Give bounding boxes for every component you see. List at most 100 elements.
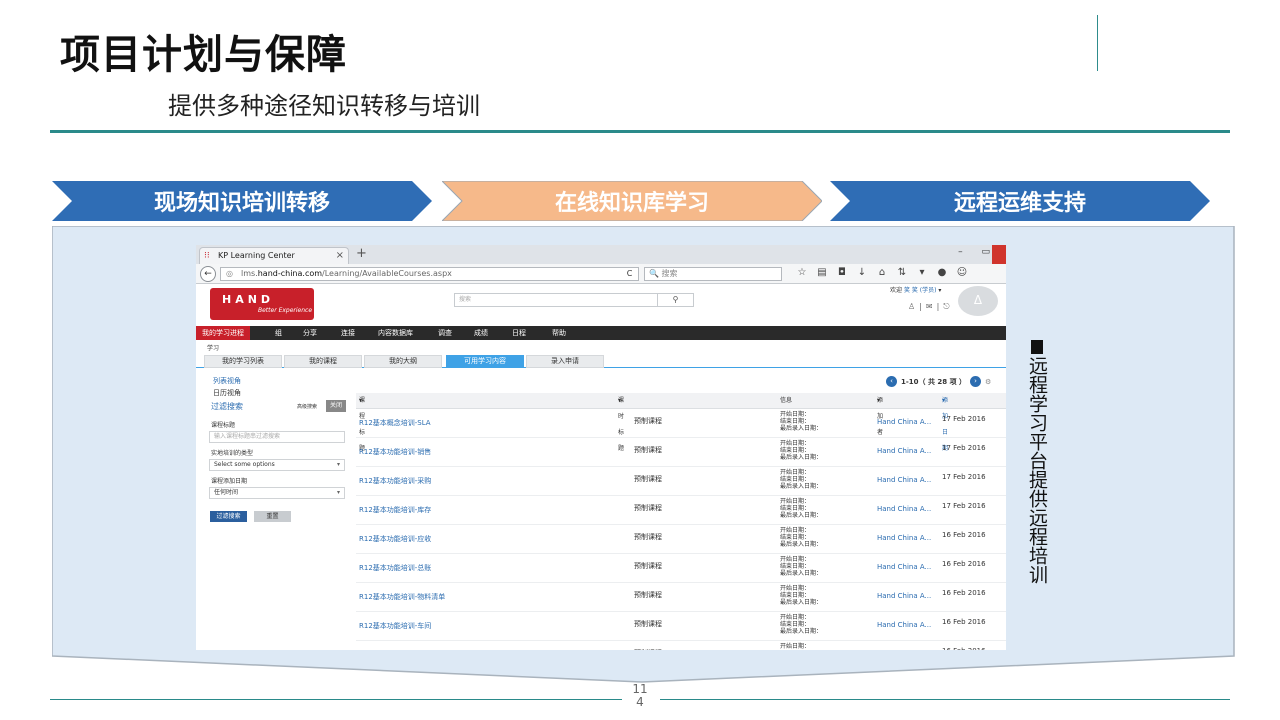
added-by-link[interactable]: Hand China A... [877, 476, 931, 484]
hand-logo[interactable]: HAND Better Experience [210, 288, 314, 320]
site-search-input[interactable]: 搜索 ⚲ [454, 293, 694, 307]
avatar[interactable]: Δ [958, 286, 998, 316]
filter-search-button[interactable]: 过滤搜索 [210, 511, 247, 522]
table-row[interactable]: R12基本功能培训-销售 预制课程 开始日期： 结束日期： 最后录入日期： Hand Ch… [356, 438, 1006, 467]
session-type: 预制课程 [634, 620, 662, 628]
close-tab-icon[interactable]: × [336, 248, 344, 264]
bookmark-star-icon[interactable]: ☆ [792, 267, 812, 278]
course-info: 开始日期： 结束日期： 最后录入日期： [780, 411, 822, 432]
menu-item-connect[interactable]: 连接 [341, 326, 355, 340]
course-title-link[interactable]: R12基本概念培训-SLA [359, 418, 431, 428]
tab-my-outline[interactable]: 我的大纲 [364, 355, 442, 368]
process-step-label: 远程运维支持 [953, 191, 1086, 216]
home-icon[interactable]: ⌂ [872, 267, 892, 278]
advanced-search-link[interactable]: 高级搜索 [297, 399, 317, 415]
menu-item-survey[interactable]: 调查 [438, 326, 452, 340]
table-row[interactable]: R12基本功能培训-库存 预制课程 开始日期： 结束日期： 最后录入日期： Hand Ch… [356, 496, 1006, 525]
filter-buttons: 过滤搜索 重置 [207, 511, 355, 525]
header-divider [1097, 15, 1098, 71]
menu-item-calendar[interactable]: 日程 [512, 326, 526, 340]
menu-item-help[interactable]: 帮助 [552, 326, 566, 340]
menu-item-grades[interactable]: 成绩 [474, 326, 488, 340]
date-added-select[interactable]: 任何时间 ▾ [209, 487, 345, 499]
profile-icon[interactable]: ♙ [908, 302, 919, 311]
search-icon[interactable]: ⚲ [657, 293, 693, 307]
added-by-link[interactable]: Hand China A... [877, 592, 931, 600]
browser-search-input[interactable]: 🔍 搜索 [644, 267, 782, 281]
session-type: 预制课程 [634, 475, 662, 483]
user-name-link[interactable]: 笑 笑 (学员) [904, 287, 937, 294]
added-by-link[interactable]: Hand China A... [877, 447, 931, 455]
added-by-link[interactable]: Hand China A... [877, 621, 931, 629]
course-title-link[interactable]: R12基本功能培训-总账 [359, 563, 431, 573]
added-by-link[interactable]: Hand China A... [877, 534, 931, 542]
course-title-input[interactable]: 输入课程标题串过滤搜索 [209, 431, 345, 443]
reading-list-icon[interactable]: ▤ [812, 267, 832, 278]
added-by-link[interactable]: Hand China A... [877, 418, 931, 426]
table-row[interactable]: 预制课程开始日期：Hand China A...16 Feb 2016 [356, 641, 1006, 650]
table-row[interactable]: R12基本功能培训-物料清单 预制课程 开始日期： 结束日期： 最后录入日期： Hand … [356, 583, 1006, 612]
new-tab-icon[interactable]: + [356, 246, 367, 261]
info-line: 最后录入日期： [780, 541, 823, 548]
close-filter-button[interactable]: 关闭 [326, 400, 346, 412]
address-bar[interactable]: ◎ lms.hand-china.com/Learning/AvailableC… [220, 267, 638, 281]
course-title-link[interactable]: R12基本功能培训-车间 [359, 621, 431, 631]
tab-available-content[interactable]: 可用学习内容 [446, 355, 524, 368]
menu-item-groups[interactable]: 组 [275, 326, 282, 340]
tab-enroll-request[interactable]: 录入申请 [526, 355, 604, 368]
menu-item-content-db[interactable]: 内容数据库 [378, 326, 413, 340]
chat-icon[interactable]: ● [932, 267, 952, 278]
col-course-title[interactable]: 课程标题 ▾ [359, 393, 365, 452]
browser-tab[interactable]: ⁝⁝ KP Learning Center × [199, 247, 349, 264]
logout-icon[interactable]: ⎋ [943, 302, 953, 311]
gear-icon[interactable]: ⚙ [985, 378, 991, 386]
added-by-link[interactable]: Hand China A... [877, 505, 931, 513]
course-title-link[interactable]: R12基本功能培训-库存 [359, 505, 431, 515]
course-info: 开始日期： 结束日期： 最后录入日期： [780, 614, 822, 635]
date-added: 16 Feb 2016 [942, 647, 986, 650]
chevron-down-icon: ▾ [336, 461, 340, 468]
course-title-link[interactable]: R12基本功能培训-销售 [359, 447, 431, 457]
browser-screenshot: ⁝⁝ KP Learning Center × + – ▭ ← ◎ lms.ha… [196, 245, 1006, 650]
course-title-link[interactable]: R12基本功能培训-物料清单 [359, 592, 445, 602]
reload-icon[interactable]: C [621, 267, 639, 281]
table-row[interactable]: R12基本功能培训-车间 预制课程 开始日期： 结束日期： 最后录入日期： Hand Ch… [356, 612, 1006, 641]
mail-icon[interactable]: ✉ [926, 302, 937, 311]
menu-item-share[interactable]: 分享 [303, 326, 317, 340]
next-page-icon[interactable]: › [970, 376, 982, 387]
process-step-remote: 远程运维支持 [830, 181, 1210, 221]
side-caption: 远程学习平台提供远程培训 [1026, 340, 1048, 584]
prev-page-icon[interactable]: ‹ [886, 376, 897, 387]
training-type-select[interactable]: Select some options ▾ [209, 459, 345, 471]
table-row[interactable]: R12基本功能培训-采购 预制课程 开始日期： 结束日期： 最后录入日期： Hand Ch… [356, 467, 1006, 496]
col-session-title[interactable]: 课时标题 ▾ [618, 393, 624, 452]
course-title-link[interactable]: R12基本功能培训-采购 [359, 476, 431, 486]
user-tools: ♙|✉|⎋ [908, 302, 954, 311]
list-view-link[interactable]: 列表视角 [207, 375, 355, 387]
menu-chevron-icon[interactable]: ▾ [912, 267, 932, 278]
pocket-icon[interactable]: ◘ [832, 267, 852, 278]
col-date-added[interactable]: 添加日期 ▾ [942, 393, 948, 452]
table-row[interactable]: R12基本功能培训-总账 预制课程 开始日期： 结束日期： 最后录入日期： Hand Ch… [356, 554, 1006, 583]
reset-button[interactable]: 重置 [254, 511, 291, 522]
tab-my-learning-list[interactable]: 我的学习列表 [204, 355, 282, 368]
smiley-icon[interactable]: ☺ [952, 267, 972, 278]
back-icon[interactable]: ← [200, 266, 216, 282]
tab-my-courses[interactable]: 我的课程 [284, 355, 362, 368]
col-added-by[interactable]: 添加者 ▾ [877, 393, 883, 436]
course-title-link[interactable]: R12基本功能培训-应收 [359, 534, 431, 544]
table-row[interactable]: R12基本功能培训-应收 预制课程 开始日期： 结束日期： 最后录入日期： Hand Ch… [356, 525, 1006, 554]
session-type: 预制课程 [634, 533, 662, 541]
info-line: 最后录入日期： [780, 425, 823, 432]
menu-item-my-learning[interactable]: 我的学习进程 [196, 326, 250, 340]
download-icon[interactable]: ↓ [852, 267, 872, 278]
added-by-link[interactable]: Hand China A... [877, 563, 931, 571]
extension-icon[interactable]: ⇅ [892, 267, 912, 278]
date-added: 17 Feb 2016 [942, 473, 986, 481]
footer-rule-right [660, 699, 1230, 700]
window-close-icon[interactable] [992, 245, 1006, 264]
table-row[interactable]: R12基本概念培训-SLA 预制课程 开始日期： 结束日期： 最后录入日期： Hand C… [356, 409, 1006, 438]
info-line: 最后录入日期： [780, 628, 823, 635]
course-title-label: 课程标题 [211, 422, 236, 429]
calendar-view-link[interactable]: 日历视角 [207, 387, 355, 399]
